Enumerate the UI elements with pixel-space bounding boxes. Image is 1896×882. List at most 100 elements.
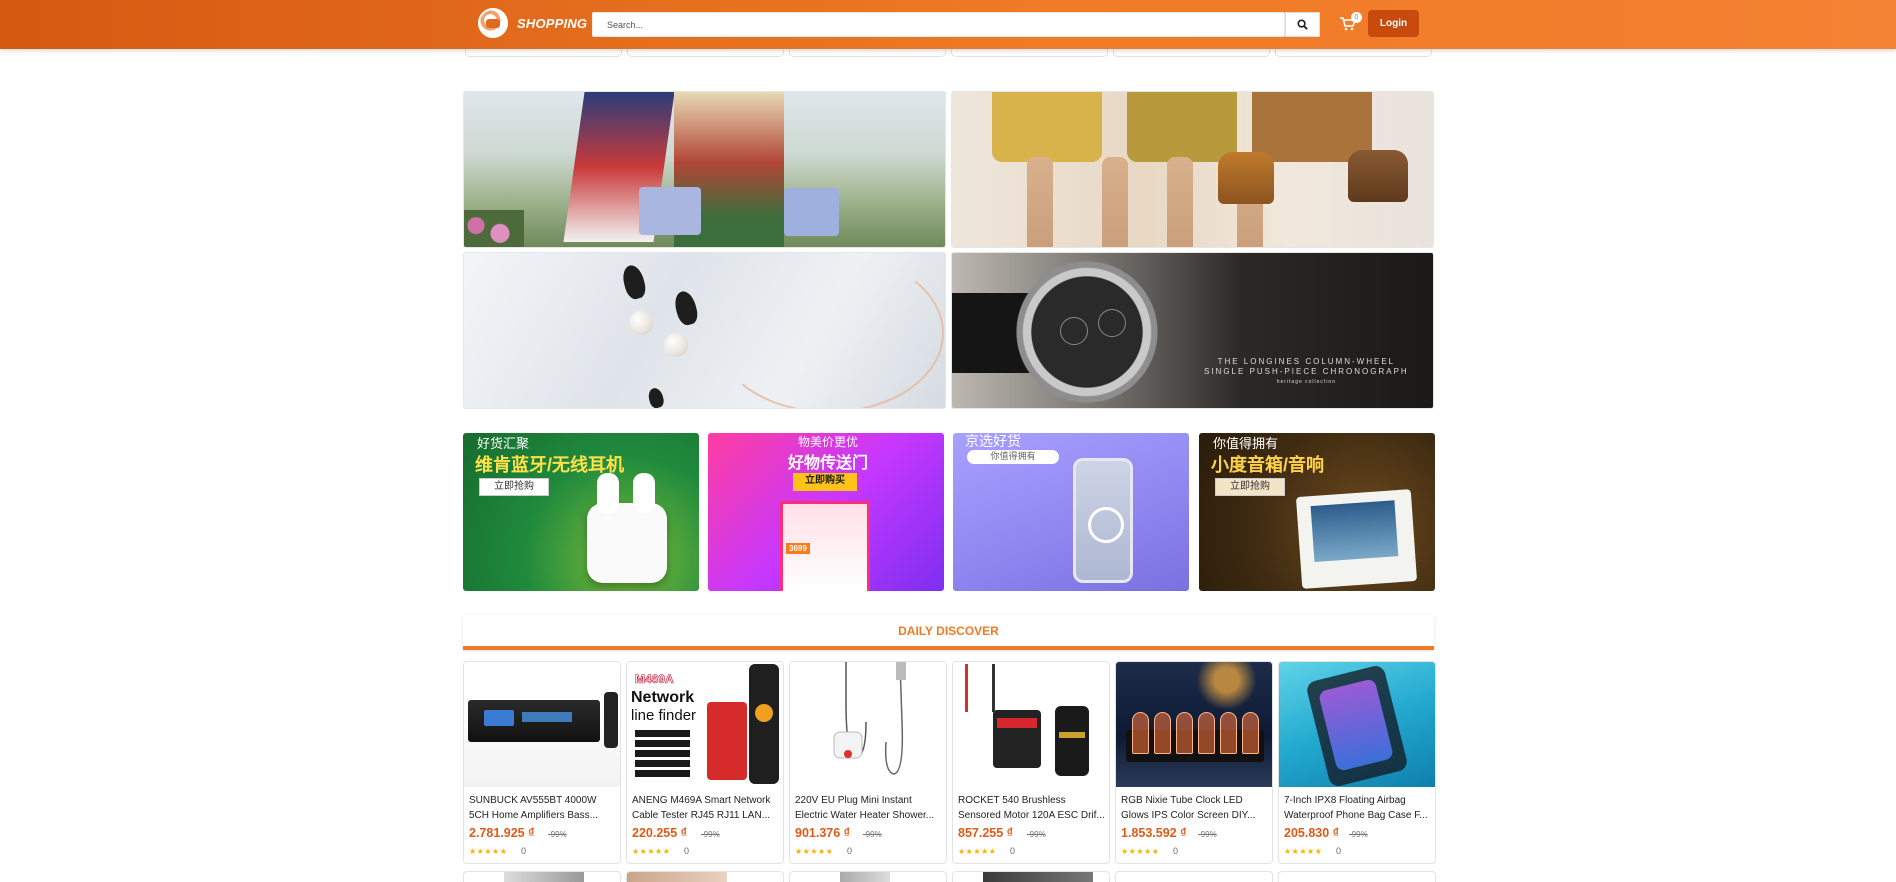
pearl-image	[629, 311, 653, 335]
top-header: SHOPPING 0 Login	[0, 0, 1896, 49]
handbag-image	[784, 188, 839, 236]
product-name-line1: 220V EU Plug Mini Instant	[795, 795, 912, 806]
product-card[interactable]: RGB Nixie Tube Clock LED Glows IPS Color…	[1115, 661, 1273, 864]
product-card[interactable]	[1278, 871, 1436, 882]
product-image	[790, 662, 946, 787]
product-price: 205.830 ₫	[1284, 826, 1340, 840]
swan-earring-image	[619, 262, 649, 302]
product-name-line2: Waterproof Phone Bag Case F...	[1284, 810, 1428, 821]
longines-watch-banner[interactable]: THE LONGINES COLUMN-WHEEL SINGLE PUSH-PI…	[951, 252, 1434, 409]
watch-text-line3: heritage collection	[1276, 379, 1336, 385]
sold-count: 0	[521, 846, 527, 856]
promo-tag: 物美价更优	[798, 435, 859, 449]
search-input[interactable]	[593, 13, 1285, 37]
search-button[interactable]	[1285, 12, 1320, 37]
product-card[interactable]: SUNBUCK AV555BT 4000W 5CH Home Amplifier…	[463, 661, 621, 864]
product-card[interactable]	[952, 871, 1110, 882]
necklace-chain-image	[714, 253, 944, 408]
shopping-logo-icon[interactable]	[478, 8, 508, 38]
product-name-line2: Sensored Motor 120A ESC Drif...	[958, 810, 1105, 821]
product-image	[953, 662, 1109, 787]
product-name: ANENG M469A Smart Network Cable Tester R…	[632, 793, 780, 823]
product-name: SUNBUCK AV555BT 4000W 5CH Home Amplifier…	[469, 793, 617, 823]
product-image	[464, 662, 620, 787]
section-title: DAILY DISCOVER	[898, 623, 999, 638]
product-image	[1116, 662, 1272, 787]
search-box	[592, 12, 1285, 37]
promo-title: 小度音箱/音响	[1211, 455, 1325, 475]
rating-stars: ★★★★★	[1121, 847, 1160, 856]
product-card[interactable]	[789, 871, 947, 882]
leg-image	[1167, 157, 1193, 247]
handbag-image	[1218, 152, 1274, 204]
product-name-line2: Electric Water Heater Shower...	[795, 810, 935, 821]
discount-label: -99%	[701, 830, 720, 839]
product-card[interactable]: 7-Inch IPX8 Floating Airbag Waterproof P…	[1278, 661, 1436, 864]
discount-label: -99%	[1198, 830, 1217, 839]
product-name-line1: 7-Inch IPX8 Floating Airbag	[1284, 795, 1406, 806]
watch-subdial	[1060, 317, 1088, 345]
brand-name[interactable]: SHOPPING	[517, 16, 587, 31]
promo-tag: 你值得拥有	[1213, 436, 1279, 451]
product-card[interactable]	[463, 871, 621, 882]
promo-phone-case[interactable]: 京选好货 你值得拥有	[953, 433, 1189, 591]
promo-goods-portal[interactable]: 物美价更优 好物传送门 立即购买 3699	[708, 433, 944, 591]
product-card[interactable]: ROCKET 540 Brushless Sensored Motor 120A…	[952, 661, 1110, 864]
leg-image	[1027, 157, 1053, 247]
promo-earphones[interactable]: 好货汇聚 维肯蓝牙/无线耳机 立即抢购	[463, 433, 699, 591]
discount-label: -99%	[548, 830, 567, 839]
flowers-image	[464, 210, 524, 247]
discount-label: -99%	[863, 830, 882, 839]
fashion-scarves-banner[interactable]	[463, 91, 946, 248]
promo-speaker[interactable]: 你值得拥有 小度音箱/音响 立即抢购	[1199, 433, 1435, 591]
product-name-line1: ANENG M469A Smart Network	[632, 795, 771, 806]
cart-count-badge: 0	[1351, 12, 1362, 23]
product-price: 1.853.592 ₫	[1121, 826, 1187, 840]
watch-banner-text: THE LONGINES COLUMN-WHEEL SINGLE PUSH-PI…	[1204, 357, 1409, 387]
promo-title: 好物传送门	[788, 455, 869, 472]
skirt-image	[1127, 92, 1237, 162]
product-name-line2: Glows IPS Color Screen DIY...	[1121, 810, 1256, 821]
product-image	[1279, 662, 1435, 789]
rating-stars: ★★★★★	[1284, 847, 1323, 856]
product-card[interactable]: M469A Network line finder ANENG M469A Sm…	[626, 661, 784, 864]
smart-speaker-image	[1295, 489, 1418, 589]
product-name-line2: 5CH Home Amplifiers Bass...	[469, 810, 598, 821]
login-button[interactable]: Login	[1368, 10, 1419, 37]
price-tag: 3699	[786, 543, 810, 554]
skirt-image	[992, 92, 1102, 162]
promo-buy-button[interactable]: 立即抢购	[1215, 478, 1285, 496]
daily-discover-header: DAILY DISCOVER	[463, 615, 1434, 650]
discount-label: -99%	[1349, 830, 1368, 839]
phone-image	[1073, 458, 1133, 583]
promo-tag: 京选好货	[965, 433, 1021, 449]
product-card[interactable]: 220V EU Plug Mini Instant Electric Water…	[789, 661, 947, 864]
product-name-line1: RGB Nixie Tube Clock LED	[1121, 795, 1243, 806]
airpods-image	[587, 473, 667, 583]
swan-jewelry-banner[interactable]	[463, 252, 946, 409]
swan-pendant-image	[646, 386, 666, 408]
product-name: ROCKET 540 Brushless Sensored Motor 120A…	[958, 793, 1106, 823]
product-name-line2: Cable Tester RJ45 RJ11 LAN...	[632, 810, 771, 821]
promo-buy-button[interactable]: 你值得拥有	[967, 450, 1059, 464]
product-name-line1: SUNBUCK AV555BT 4000W	[469, 795, 597, 806]
product-name: RGB Nixie Tube Clock LED Glows IPS Color…	[1121, 793, 1269, 823]
promo-tag: 好货汇聚	[477, 436, 530, 451]
product-card[interactable]	[626, 871, 784, 882]
product-name-line1: ROCKET 540 Brushless	[958, 795, 1066, 806]
watch-image	[1012, 257, 1162, 407]
image-text: line finder	[631, 707, 697, 724]
sold-count: 0	[1010, 846, 1016, 856]
handbag-image	[1348, 150, 1408, 202]
product-card[interactable]	[1115, 871, 1273, 882]
leather-handbags-banner[interactable]	[951, 91, 1434, 248]
promo-buy-button[interactable]: 立即购买	[793, 473, 857, 491]
image-text: Network	[631, 689, 695, 706]
promo-buy-button[interactable]: 立即抢购	[479, 478, 549, 496]
discount-label: -99%	[1027, 830, 1046, 839]
product-price: 220.255 ₫	[632, 826, 688, 840]
product-price: 2.781.925 ₫	[469, 826, 535, 840]
sold-count: 0	[1336, 846, 1342, 856]
rating-stars: ★★★★★	[469, 847, 508, 856]
rating-stars: ★★★★★	[958, 847, 997, 856]
